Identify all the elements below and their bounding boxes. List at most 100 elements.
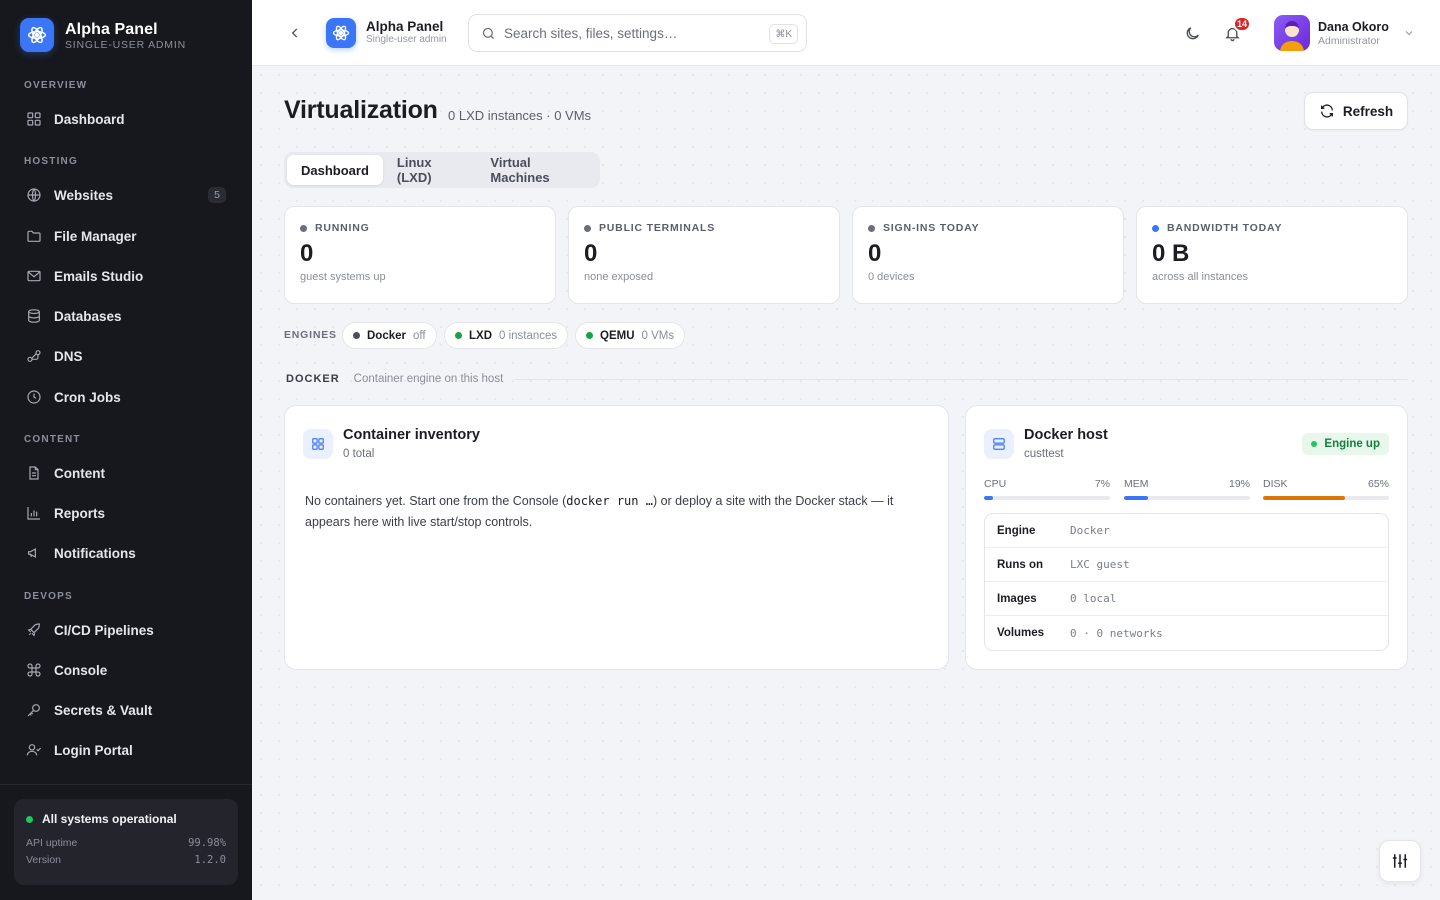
card-subtitle: 0 total [343, 448, 375, 460]
stat-hint: 0 devices [868, 271, 915, 283]
sidebar-item-content[interactable]: Content [14, 456, 238, 490]
dns-icon [24, 346, 44, 366]
rocket-icon [24, 620, 44, 640]
sidebar-item-secrets-vault[interactable]: Secrets & Vault [14, 693, 238, 727]
page-subtitle: 0 LXD instances · 0 VMs [448, 108, 592, 123]
atom-logo-icon [20, 18, 54, 52]
table-row: Volumes 0 · 0 networks [985, 616, 1388, 650]
stat-card-running: RUNNING 0 guest systems up [284, 206, 556, 304]
row-key: Runs on [997, 558, 1043, 571]
engine-name: Docker [367, 329, 406, 342]
topbar: Alpha Panel Single-user admin ⌘K 14 Dana… [252, 0, 1440, 66]
page-title: Virtualization [284, 96, 438, 124]
top-brand-title: Alpha Panel [366, 19, 444, 34]
stat-value: 0 [300, 240, 314, 267]
uptime-label: API uptime [26, 837, 78, 849]
folder-icon [24, 226, 44, 246]
uptime-value: 99.98% [188, 837, 226, 849]
stat-hint: none exposed [584, 271, 654, 283]
sidebar-item-file-manager[interactable]: File Manager [14, 219, 238, 253]
table-row: Engine Docker [985, 514, 1388, 548]
brand[interactable]: Alpha Panel SINGLE-USER ADMIN [20, 18, 186, 52]
sidebar-item-cron-jobs[interactable]: Cron Jobs [14, 380, 238, 414]
docker-section-header: DOCKER Container engine on this host [286, 373, 1408, 385]
meter-fill [1263, 496, 1345, 500]
engine-status: 0 VMs [641, 329, 675, 342]
sliders-icon [1392, 854, 1408, 868]
tab-dashboard[interactable]: Dashboard [287, 155, 383, 185]
engine-pill-lxd[interactable]: LXD 0 instances [444, 322, 569, 349]
sidebar-item-dashboard[interactable]: Dashboard [14, 102, 238, 136]
stat-label: BANDWIDTH TODAY [1167, 222, 1283, 234]
grid-icon [24, 109, 44, 129]
chevron-left-icon [291, 28, 298, 38]
stat-hint: guest systems up [300, 271, 386, 283]
theme-toggle-button[interactable] [1178, 19, 1206, 47]
notifications-button[interactable]: 14 [1218, 16, 1252, 47]
key-icon [24, 700, 44, 720]
table-row: Images 0 local [985, 582, 1388, 616]
sidebar-item-label: Cron Jobs [54, 389, 121, 405]
top-brand-subtitle: Single-user admin [366, 34, 447, 45]
engine-status: 0 instances [499, 329, 558, 342]
host-details-table: Engine Docker Runs on LXC guest Images 0 lo… [984, 513, 1389, 651]
megaphone-icon [24, 543, 44, 563]
user-check-icon [24, 740, 44, 760]
row-value: 0 · 0 networks [1070, 626, 1163, 640]
chevron-down-icon [1405, 31, 1413, 36]
sidebar-item-cicd-pipelines[interactable]: CI/CD Pipelines [14, 613, 238, 647]
stat-card-sign-ins-today: SIGN-INS TODAY 0 0 devices [852, 206, 1124, 304]
brand-title: Alpha Panel [65, 20, 158, 38]
notifications-count-badge: 14 [1233, 16, 1252, 32]
main-content: Virtualization 0 LXD instances · 0 VMs R… [252, 66, 1440, 900]
stat-hint: across all instances [1152, 271, 1248, 283]
sidebar-item-websites[interactable]: Websites 5 [14, 178, 238, 212]
sidebar-item-emails-studio[interactable]: Emails Studio [14, 259, 238, 293]
search-box[interactable]: ⌘K [468, 14, 807, 52]
customize-button[interactable] [1379, 840, 1421, 882]
meter-track [1263, 496, 1389, 500]
back-button[interactable] [284, 22, 306, 44]
meter-value: 7% [1094, 478, 1110, 490]
user-menu[interactable]: Dana Okoro Administrator [1274, 15, 1415, 51]
system-status-card: All systems operational API uptime 99.98%… [14, 799, 238, 885]
engine-pill-docker[interactable]: Docker off [342, 322, 437, 349]
status-badge: Engine up [1302, 433, 1389, 455]
meter-track [984, 496, 1110, 500]
engine-pill-qemu[interactable]: QEMU 0 VMs [575, 322, 686, 349]
tab-virtual-machines[interactable]: Virtual Machines [476, 155, 597, 185]
sidebar-item-notifications[interactable]: Notifications [14, 536, 238, 570]
stat-label: SIGN-INS TODAY [883, 222, 980, 234]
engine-name: LXD [469, 329, 492, 342]
search-input[interactable] [504, 25, 754, 41]
row-key: Engine [997, 524, 1036, 537]
user-role: Administrator [1318, 34, 1380, 47]
sidebar-item-console[interactable]: Console [14, 653, 238, 687]
status-dot-icon [584, 224, 591, 232]
card-title: Container inventory [343, 427, 480, 443]
atom-logo-icon[interactable] [326, 18, 356, 48]
clock-icon [24, 387, 44, 407]
sidebar-item-databases[interactable]: Databases [14, 299, 238, 333]
server-icon [984, 429, 1014, 459]
nav-section-devops: DEVOPS [24, 591, 73, 602]
sidebar-item-label: DNS [54, 348, 83, 364]
disk-meter: DISK 65% [1263, 478, 1389, 500]
section-title: DOCKER [286, 373, 340, 385]
meter-fill [1124, 496, 1148, 500]
tab-linux-lxd[interactable]: Linux (LXD) [383, 155, 477, 185]
card-subtitle: custtest [1024, 448, 1064, 460]
sidebar-item-login-portal[interactable]: Login Portal [14, 733, 238, 767]
row-value: Docker [1070, 524, 1110, 537]
sidebar-item-label: Console [54, 662, 108, 678]
stat-label: PUBLIC TERMINALS [599, 222, 716, 234]
meter-value: 65% [1367, 478, 1389, 490]
sidebar-item-reports[interactable]: Reports [14, 496, 238, 530]
container-inventory-card: Container inventory 0 total No container… [284, 405, 949, 670]
meter-track [1124, 496, 1250, 500]
refresh-button[interactable]: Refresh [1304, 92, 1408, 130]
sidebar-item-dns[interactable]: DNS [14, 339, 238, 373]
sidebar-item-label: Databases [54, 308, 122, 324]
globe-icon [24, 185, 44, 205]
section-divider [515, 378, 1408, 380]
